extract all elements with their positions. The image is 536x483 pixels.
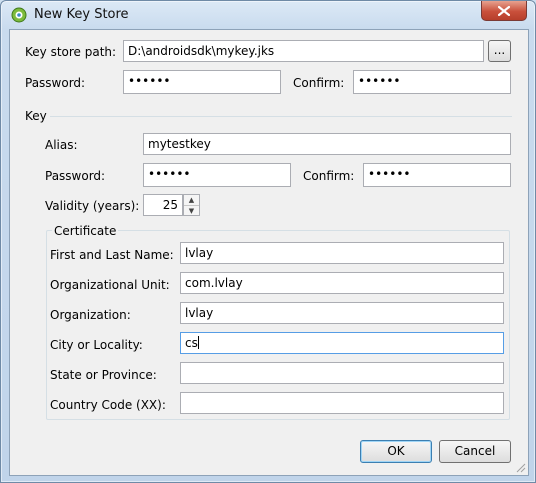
state-label: State or Province: — [50, 368, 157, 382]
chevron-up-icon[interactable]: ▲ — [184, 195, 199, 206]
browse-button[interactable]: ... — [488, 40, 511, 62]
keystore-path-label: Key store path: — [25, 45, 117, 59]
close-button[interactable] — [481, 1, 527, 21]
window-title: New Key Store — [34, 7, 129, 22]
certificate-group-label: Certificate — [52, 224, 119, 238]
key-section-label: Key — [25, 109, 47, 123]
keystore-confirm-label: Confirm: — [293, 76, 345, 90]
city-label: City or Locality: — [50, 338, 143, 352]
resize-grip-icon[interactable] — [516, 463, 526, 473]
key-confirm-label: Confirm: — [303, 169, 355, 183]
text-caret — [197, 336, 199, 349]
alias-label: Alias: — [45, 138, 78, 152]
android-studio-icon — [11, 7, 27, 23]
close-icon — [498, 5, 510, 16]
title-bar[interactable]: New Key Store — [1, 1, 535, 29]
new-key-store-dialog: New Key Store Key store path: D:\android… — [0, 0, 536, 483]
ok-button[interactable]: OK — [360, 440, 432, 463]
first-last-name-input[interactable]: lvlay — [180, 242, 504, 264]
keystore-password-field[interactable]: •••••• — [123, 70, 281, 94]
alias-input[interactable]: mytestkey — [143, 133, 511, 155]
org-unit-label: Organizational Unit: — [50, 278, 170, 292]
dialog-content: Key store path: D:\androidsdk\mykey.jks … — [9, 29, 529, 476]
key-section-divider — [50, 116, 512, 117]
organization-input[interactable]: lvlay — [180, 302, 504, 324]
key-confirm-field[interactable]: •••••• — [363, 163, 511, 187]
keystore-path-input[interactable]: D:\androidsdk\mykey.jks — [123, 40, 484, 62]
org-unit-input[interactable]: com.lvlay — [180, 272, 504, 294]
country-code-input[interactable] — [180, 392, 504, 414]
keystore-confirm-field[interactable]: •••••• — [353, 70, 511, 94]
country-code-label: Country Code (XX): — [50, 398, 166, 412]
key-password-label: Password: — [45, 169, 106, 183]
validity-input[interactable]: 25 — [143, 194, 183, 216]
first-last-name-label: First and Last Name: — [50, 248, 174, 262]
validity-label: Validity (years): — [45, 199, 140, 213]
cancel-button[interactable]: Cancel — [439, 440, 511, 463]
state-input[interactable] — [180, 362, 504, 384]
city-input[interactable]: cs — [180, 332, 504, 354]
chevron-down-icon[interactable]: ▼ — [184, 206, 199, 216]
keystore-password-label: Password: — [25, 76, 86, 90]
validity-spinner[interactable]: ▲ ▼ — [183, 194, 200, 216]
organization-label: Organization: — [50, 308, 131, 322]
key-password-field[interactable]: •••••• — [143, 163, 291, 187]
